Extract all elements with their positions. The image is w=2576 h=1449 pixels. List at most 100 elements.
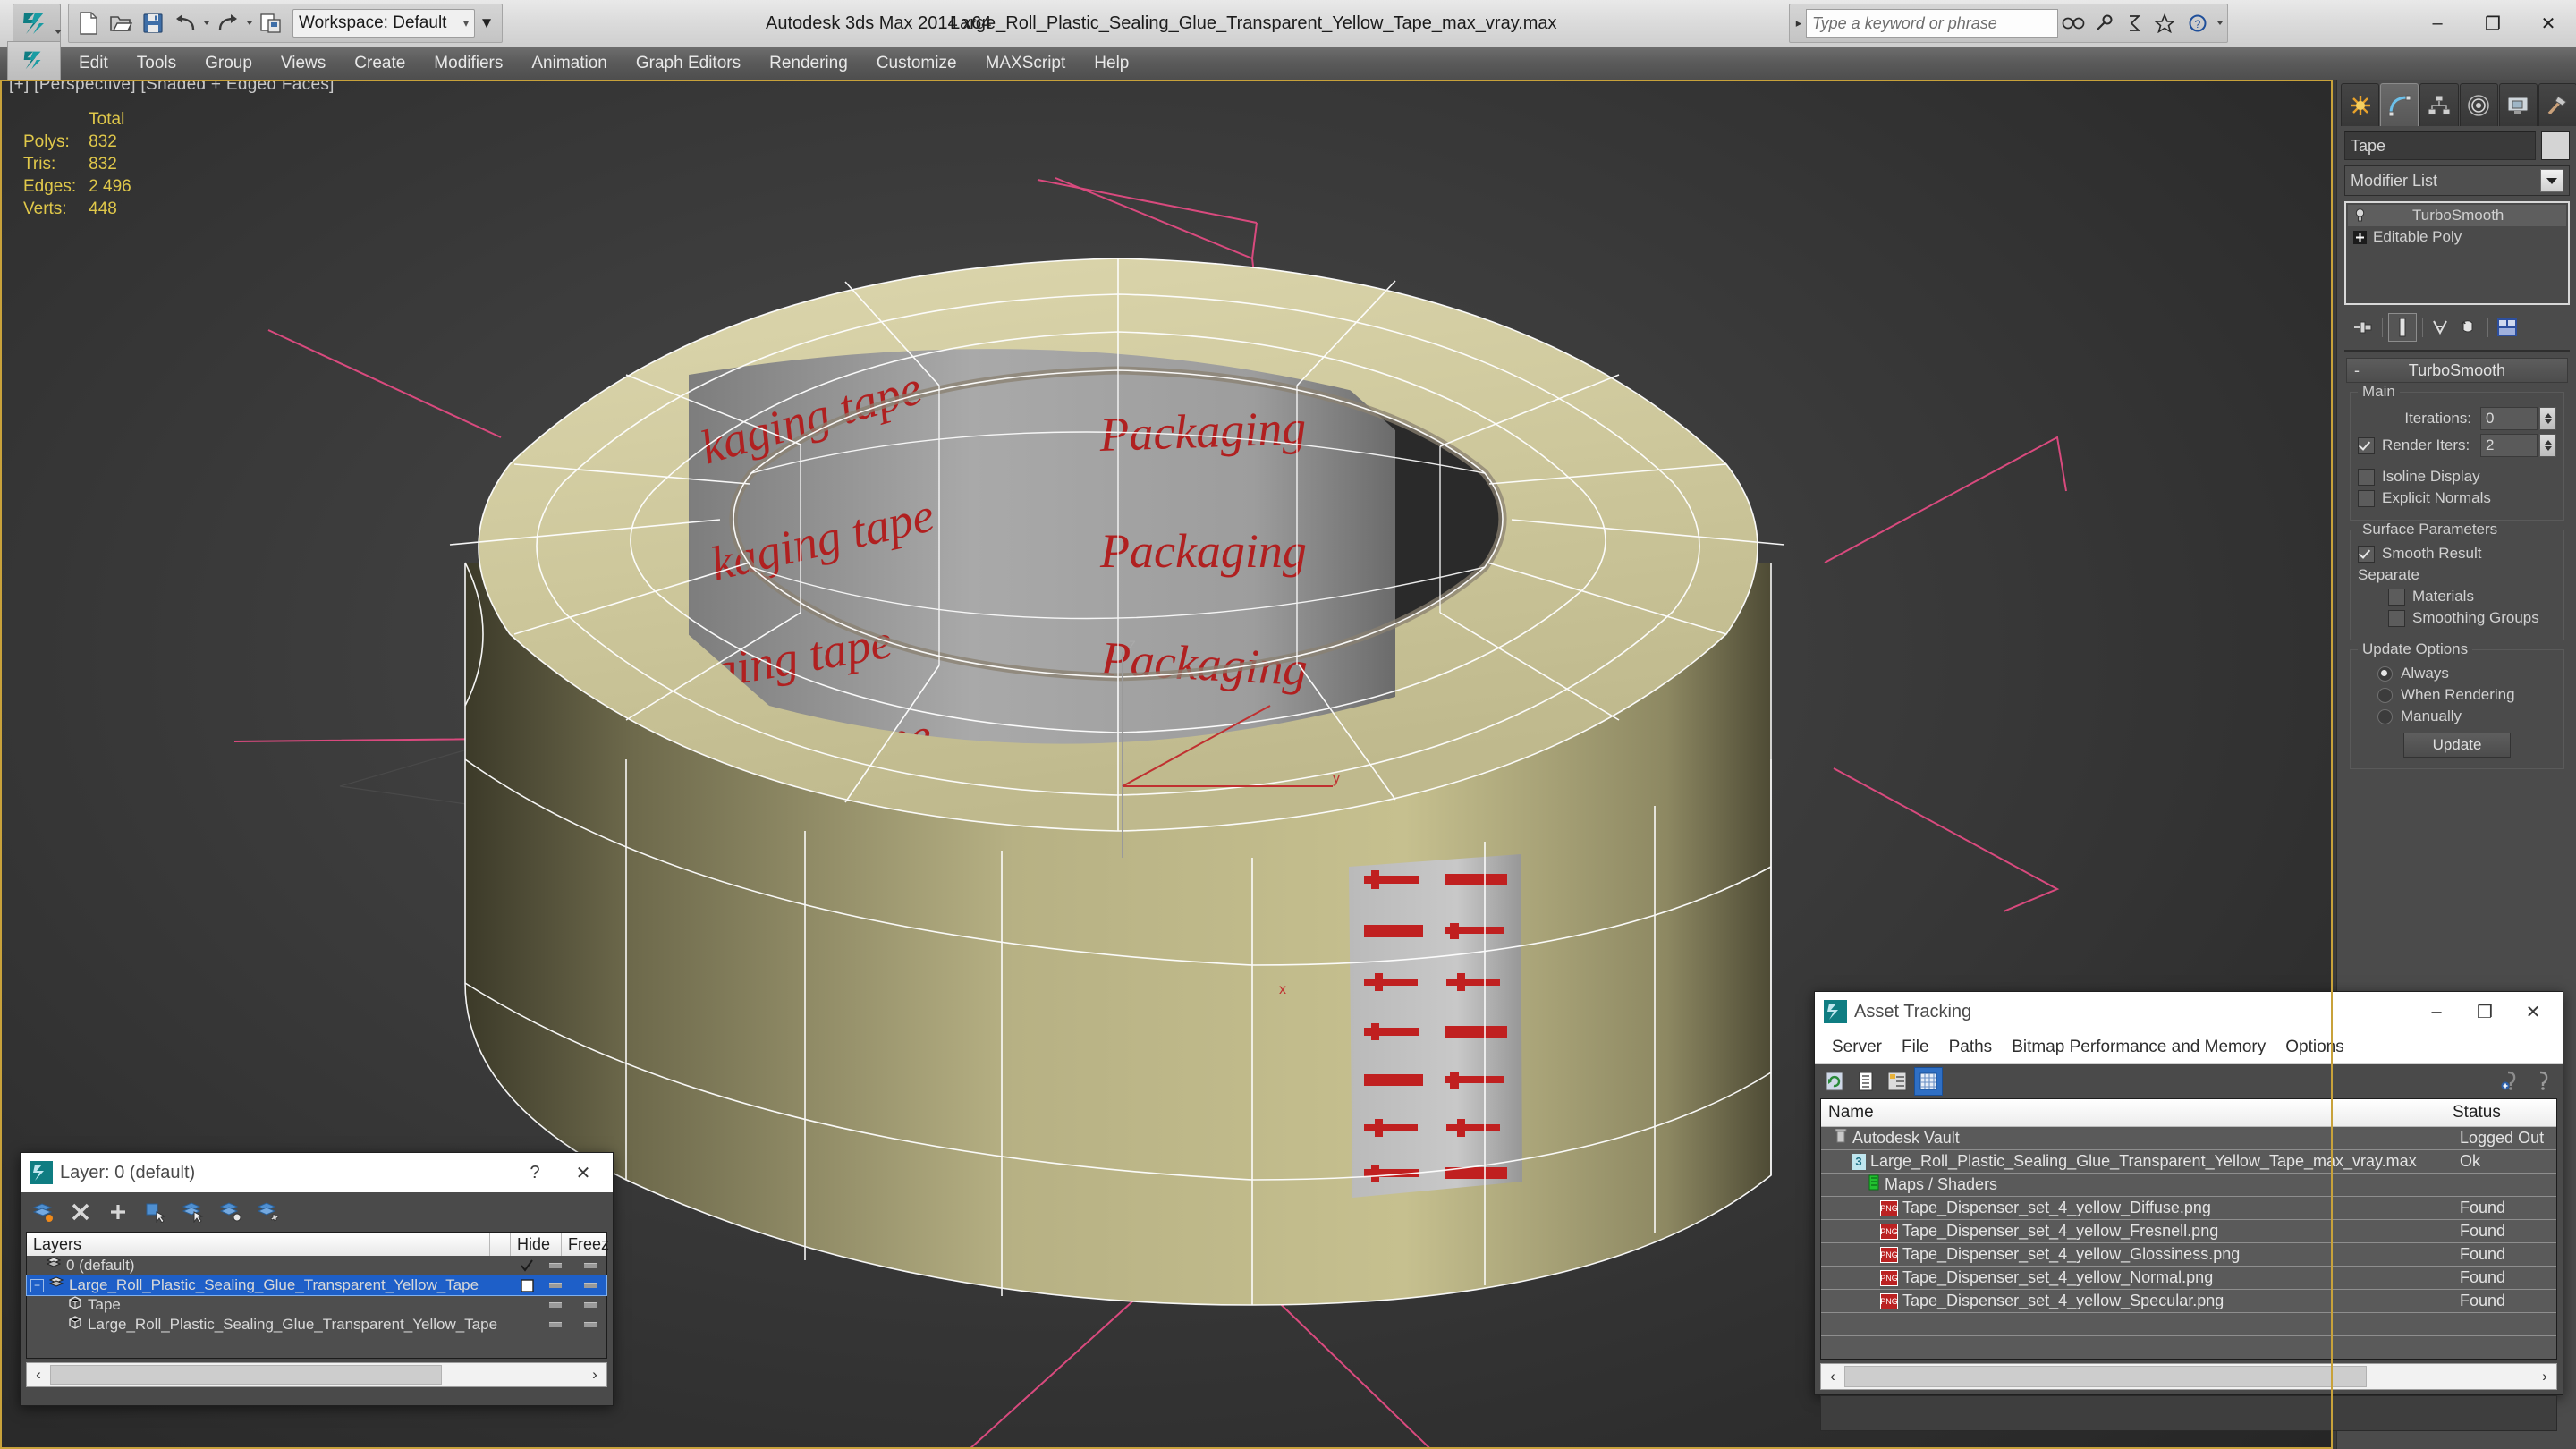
create-tab[interactable]	[2341, 83, 2380, 126]
layer-row[interactable]: − Large_Roll_Plastic_Sealing_Glue_Transp…	[26, 1275, 607, 1296]
iterations-spinner[interactable]	[2539, 407, 2556, 430]
column-header-name[interactable]: Name	[1821, 1099, 2445, 1126]
chevron-down-icon[interactable]	[2540, 169, 2563, 192]
modifier-stack[interactable]: TurboSmooth Editable Poly	[2344, 201, 2570, 305]
menu-modifiers[interactable]: Modifiers	[419, 47, 517, 80]
layer-hide-toggle[interactable]	[537, 1322, 574, 1327]
pin-stack-icon[interactable]	[2350, 314, 2377, 341]
layer-dialog-close-button[interactable]: ✕	[559, 1153, 607, 1192]
update-manually-radio[interactable]	[2377, 708, 2393, 724]
display-tab[interactable]	[2498, 83, 2538, 126]
close-button[interactable]: ✕	[2521, 0, 2576, 47]
help-icon[interactable]: ?	[2184, 7, 2215, 39]
minimize-button[interactable]: –	[2410, 0, 2465, 47]
layer-dialog-titlebar[interactable]: Layer: 0 (default) ? ✕	[21, 1153, 613, 1192]
infocenter-expand-icon[interactable]: ▸	[1792, 7, 1806, 39]
menu-create[interactable]: Create	[340, 47, 419, 80]
menu-views[interactable]: Views	[267, 47, 340, 80]
scrollbar-thumb[interactable]	[1844, 1366, 2367, 1387]
open-file-button[interactable]	[106, 8, 136, 38]
object-color-swatch[interactable]	[2541, 131, 2570, 160]
search-icon[interactable]	[2058, 7, 2089, 39]
at-menu-server[interactable]: Server	[1822, 1031, 1892, 1063]
update-always-row[interactable]: Always	[2358, 665, 2556, 682]
render-iters-input[interactable]: 2	[2480, 434, 2538, 457]
layer-current-check[interactable]	[517, 1278, 537, 1292]
expand-plus-icon[interactable]	[2351, 229, 2368, 245]
menu-tools[interactable]: Tools	[123, 47, 191, 80]
layer-freeze-toggle[interactable]	[574, 1302, 606, 1308]
menu-group[interactable]: Group	[191, 47, 267, 80]
menu-customize[interactable]: Customize	[862, 47, 971, 80]
layer-row[interactable]: Large_Roll_Plastic_Sealing_Glue_Transpar…	[27, 1315, 606, 1335]
menu-rendering[interactable]: Rendering	[755, 47, 862, 80]
menu-edit[interactable]: Edit	[64, 47, 123, 80]
save-file-button[interactable]	[138, 8, 168, 38]
render-iters-spinner[interactable]	[2539, 434, 2556, 457]
menu-animation[interactable]: Animation	[517, 47, 622, 80]
menu-graph-editors[interactable]: Graph Editors	[622, 47, 755, 80]
remove-modifier-icon[interactable]	[2455, 314, 2482, 341]
modifier-stack-item-editablepoly[interactable]: Editable Poly	[2348, 226, 2566, 248]
smooth-result-checkbox[interactable]	[2358, 545, 2375, 563]
layer-row[interactable]: Tape	[27, 1295, 606, 1315]
configure-sets-icon[interactable]	[2494, 314, 2521, 341]
scrollbar-thumb[interactable]	[50, 1365, 442, 1385]
modifier-stack-item-turbosmooth[interactable]: TurboSmooth	[2348, 205, 2566, 226]
new-file-button[interactable]	[73, 8, 104, 38]
select-objects-in-layer-icon[interactable]	[142, 1199, 169, 1225]
favorites-star-icon[interactable]	[2149, 7, 2180, 39]
asset-tracking-minimize[interactable]: –	[2412, 992, 2461, 1031]
object-name-field[interactable]: Tape	[2344, 131, 2536, 160]
viewport-label[interactable]: [+] [Perspective] [Shaded + Edged Faces]	[9, 80, 335, 95]
rollout-collapse-icon[interactable]: -	[2354, 361, 2360, 380]
communication-center-icon[interactable]	[2119, 7, 2149, 39]
update-whenrendering-row[interactable]: When Rendering	[2358, 686, 2556, 704]
asset-tracking-maximize[interactable]: ❐	[2461, 992, 2509, 1031]
table-row[interactable]	[1821, 1336, 2556, 1359]
asset-tracking-close[interactable]: ✕	[2509, 992, 2557, 1031]
grid-view-icon[interactable]	[1914, 1067, 1943, 1096]
delete-layer-icon[interactable]	[67, 1199, 94, 1225]
at-menu-file[interactable]: File	[1892, 1031, 1939, 1063]
layer-current-check[interactable]	[517, 1258, 537, 1273]
layer-dialog-help-button[interactable]: ?	[511, 1153, 559, 1192]
workspace-selector[interactable]: Workspace: Default ▾	[292, 9, 475, 38]
render-iters-checkbox[interactable]	[2358, 436, 2375, 454]
rollout-header[interactable]: - TurboSmooth	[2346, 358, 2568, 383]
at-menu-bitmap-performance[interactable]: Bitmap Performance and Memory	[2002, 1031, 2275, 1063]
subscription-icon[interactable]	[2089, 7, 2119, 39]
layer-hide-toggle[interactable]	[537, 1263, 574, 1268]
redo-dropdown-icon[interactable]	[244, 8, 255, 38]
asset-tracking-window[interactable]: Asset Tracking – ❐ ✕ Server File Paths B…	[1814, 991, 2563, 1431]
table-row[interactable]: PNG Tape_Dispenser_set_4_yellow_Normal.p…	[1821, 1267, 2556, 1290]
motion-tab[interactable]	[2459, 83, 2498, 126]
list-view-icon[interactable]	[1852, 1067, 1880, 1096]
update-manually-row[interactable]: Manually	[2358, 708, 2556, 725]
layer-table[interactable]: Layers Hide Freez 0 (default) − Large_Ro…	[26, 1232, 609, 1359]
layer-freeze-toggle[interactable]	[574, 1283, 606, 1288]
scroll-left-icon[interactable]: ‹	[1821, 1365, 1844, 1388]
modifier-list-dropdown[interactable]: Modifier List	[2344, 165, 2570, 196]
table-row[interactable]: PNG Tape_Dispenser_set_4_yellow_Specular…	[1821, 1290, 2556, 1313]
materials-checkbox[interactable]	[2388, 588, 2405, 606]
modify-tab[interactable]	[2380, 83, 2419, 126]
iterations-input[interactable]: 0	[2480, 407, 2538, 430]
at-menu-options[interactable]: Options	[2275, 1031, 2353, 1063]
asset-tracking-table[interactable]: Name Status Autodesk Vault Logged Out 3 …	[1820, 1098, 2557, 1360]
qat-overflow-button[interactable]: ▼	[475, 8, 498, 38]
undo-button[interactable]	[170, 8, 200, 38]
refresh-icon[interactable]	[1820, 1067, 1849, 1096]
make-unique-icon[interactable]	[2428, 314, 2455, 341]
scroll-left-icon[interactable]: ‹	[27, 1363, 50, 1386]
select-layer-icon[interactable]	[180, 1199, 207, 1225]
menu-maxscript[interactable]: MAXScript	[971, 47, 1080, 80]
table-row[interactable]: 3 Large_Roll_Plastic_Sealing_Glue_Transp…	[1821, 1150, 2556, 1174]
redo-button[interactable]	[213, 8, 243, 38]
table-row[interactable]: PNG Tape_Dispenser_set_4_yellow_Diffuse.…	[1821, 1197, 2556, 1220]
layer-hide-toggle[interactable]	[537, 1302, 574, 1308]
layer-row[interactable]: 0 (default)	[27, 1256, 606, 1275]
layer-freeze-toggle[interactable]	[574, 1263, 606, 1268]
add-help-icon[interactable]	[2496, 1067, 2525, 1096]
undo-dropdown-icon[interactable]	[201, 8, 212, 38]
